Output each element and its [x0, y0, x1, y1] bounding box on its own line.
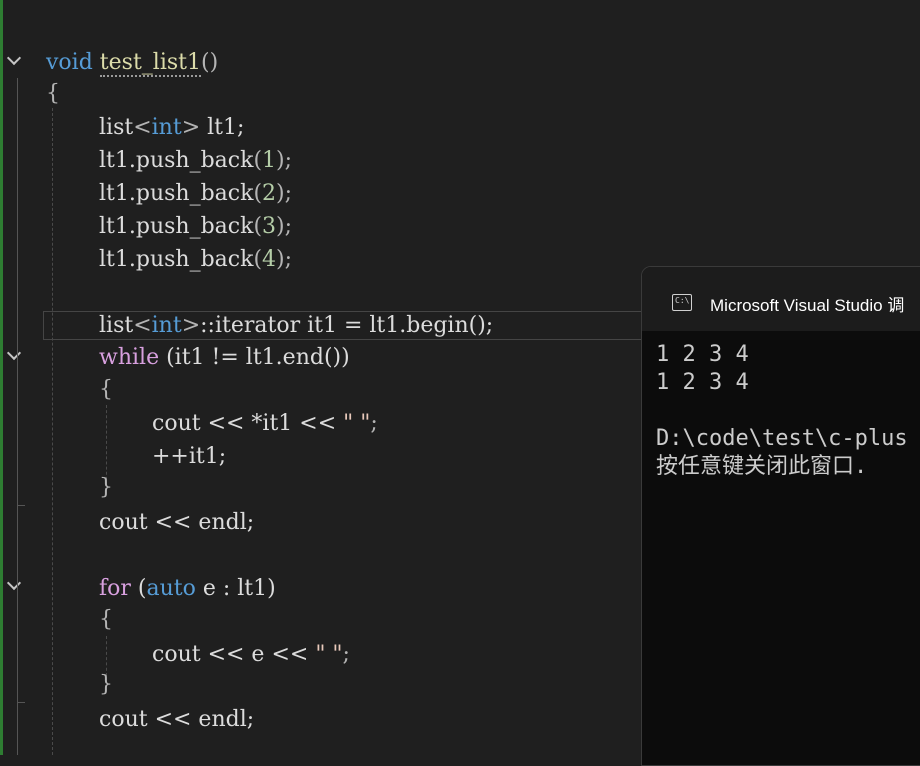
punctuation: (	[253, 247, 263, 272]
code-line[interactable]: cout << e << " ";	[152, 638, 350, 671]
code-line[interactable]: for (auto e : lt1)	[99, 572, 276, 605]
punctuation: );	[276, 247, 293, 272]
code-line[interactable]: }	[99, 668, 113, 701]
outline-hook	[17, 505, 25, 506]
code-line[interactable]: void test_list1()	[46, 46, 218, 79]
code-line[interactable]: lt1.push_back(1);	[99, 144, 292, 177]
code-line[interactable]: lt1.push_back(4);	[99, 243, 292, 276]
brace: {	[99, 607, 113, 632]
punctuation: (	[130, 576, 147, 601]
punctuation: ;	[342, 642, 350, 667]
code-line[interactable]: {	[99, 373, 113, 406]
code-line[interactable]: list<int>::iterator it1 = lt1.begin();	[99, 309, 493, 342]
identifier: lt1.push_back	[99, 214, 254, 239]
console-output-line: 1 2 3 4	[656, 342, 749, 367]
code-line[interactable]: cout << endl;	[99, 703, 254, 736]
punctuation: <	[133, 115, 152, 140]
console-title: Microsoft Visual Studio 调	[710, 296, 905, 315]
code-line[interactable]: list<int> lt1;	[99, 111, 244, 144]
number-literal: 4	[262, 247, 277, 272]
code-text: cout << endl;	[99, 707, 255, 732]
fold-chevron-icon[interactable]	[6, 575, 22, 591]
code-text: ++it1;	[152, 444, 227, 469]
punctuation: );	[276, 181, 293, 206]
code-text: e : lt1)	[195, 576, 276, 601]
change-indicator-bar	[0, 0, 3, 755]
fold-chevron-icon[interactable]	[6, 345, 22, 361]
brace: }	[99, 475, 113, 500]
fold-chevron-icon[interactable]	[6, 50, 22, 66]
brace: }	[99, 672, 113, 697]
number-literal: 3	[262, 214, 277, 239]
code-line[interactable]: cout << endl;	[99, 506, 254, 539]
punctuation: (	[253, 181, 263, 206]
console-output-line: 按任意键关闭此窗口.	[656, 454, 868, 479]
code-line[interactable]: lt1.push_back(3);	[99, 210, 292, 243]
console-output-line: D:\code\test\c-plus	[656, 426, 908, 451]
outline-guide	[17, 78, 18, 755]
keyword: auto	[146, 576, 196, 601]
code-line[interactable]: ++it1;	[152, 440, 226, 473]
control-keyword: while	[99, 345, 160, 370]
code-line[interactable]: {	[99, 603, 113, 636]
code-text: (it1 != lt1.end())	[159, 345, 350, 370]
code-text: lt1;	[200, 115, 245, 140]
punctuation: ()	[201, 50, 219, 75]
function-name: test_list1	[99, 50, 201, 77]
code-text: ::iterator it1 = lt1.begin();	[200, 313, 494, 338]
keyword: void	[46, 50, 93, 75]
identifier: list	[99, 313, 134, 338]
punctuation: );	[276, 148, 293, 173]
console-title-bar[interactable]: C:\ Microsoft Visual Studio 调	[642, 267, 920, 331]
brace: {	[99, 377, 113, 402]
code-text: cout << *it1 <<	[152, 411, 344, 436]
brace: {	[46, 81, 60, 106]
punctuation: >	[181, 313, 201, 338]
code-line[interactable]: while (it1 != lt1.end())	[99, 341, 350, 374]
console-output-line: 1 2 3 4	[656, 370, 749, 395]
number-literal: 2	[262, 181, 277, 206]
identifier: lt1.push_back	[99, 181, 254, 206]
punctuation: ;	[370, 411, 378, 436]
code-text: cout << endl;	[99, 510, 255, 535]
type-keyword: int	[151, 313, 182, 338]
code-line[interactable]: lt1.push_back(2);	[99, 177, 292, 210]
code-line[interactable]: {	[46, 77, 60, 110]
number-literal: 1	[262, 148, 277, 173]
identifier: list	[99, 115, 134, 140]
console-window[interactable]: C:\ Microsoft Visual Studio 调 1 2 3 41 2…	[641, 266, 920, 766]
indent-guide	[52, 108, 53, 755]
punctuation: <	[133, 313, 152, 338]
outline-guide	[17, 505, 18, 525]
console-output: 1 2 3 4 1 2 3 4 D:\code\test\c-plus 按任意键关闭此…	[656, 341, 908, 481]
string-literal: " "	[315, 642, 343, 667]
punctuation: );	[276, 214, 293, 239]
control-keyword: for	[99, 576, 131, 601]
identifier: lt1.push_back	[99, 247, 254, 272]
code-line[interactable]: cout << *it1 << " ";	[152, 407, 378, 440]
punctuation: (	[253, 148, 263, 173]
punctuation: >	[181, 115, 201, 140]
console-app-icon: C:\	[672, 294, 692, 311]
outline-hook	[17, 702, 25, 703]
code-text: cout << e <<	[152, 642, 316, 667]
type-keyword: int	[151, 115, 182, 140]
identifier: lt1.push_back	[99, 148, 254, 173]
code-line[interactable]: }	[99, 471, 113, 504]
string-literal: " "	[343, 411, 371, 436]
punctuation: (	[253, 214, 263, 239]
